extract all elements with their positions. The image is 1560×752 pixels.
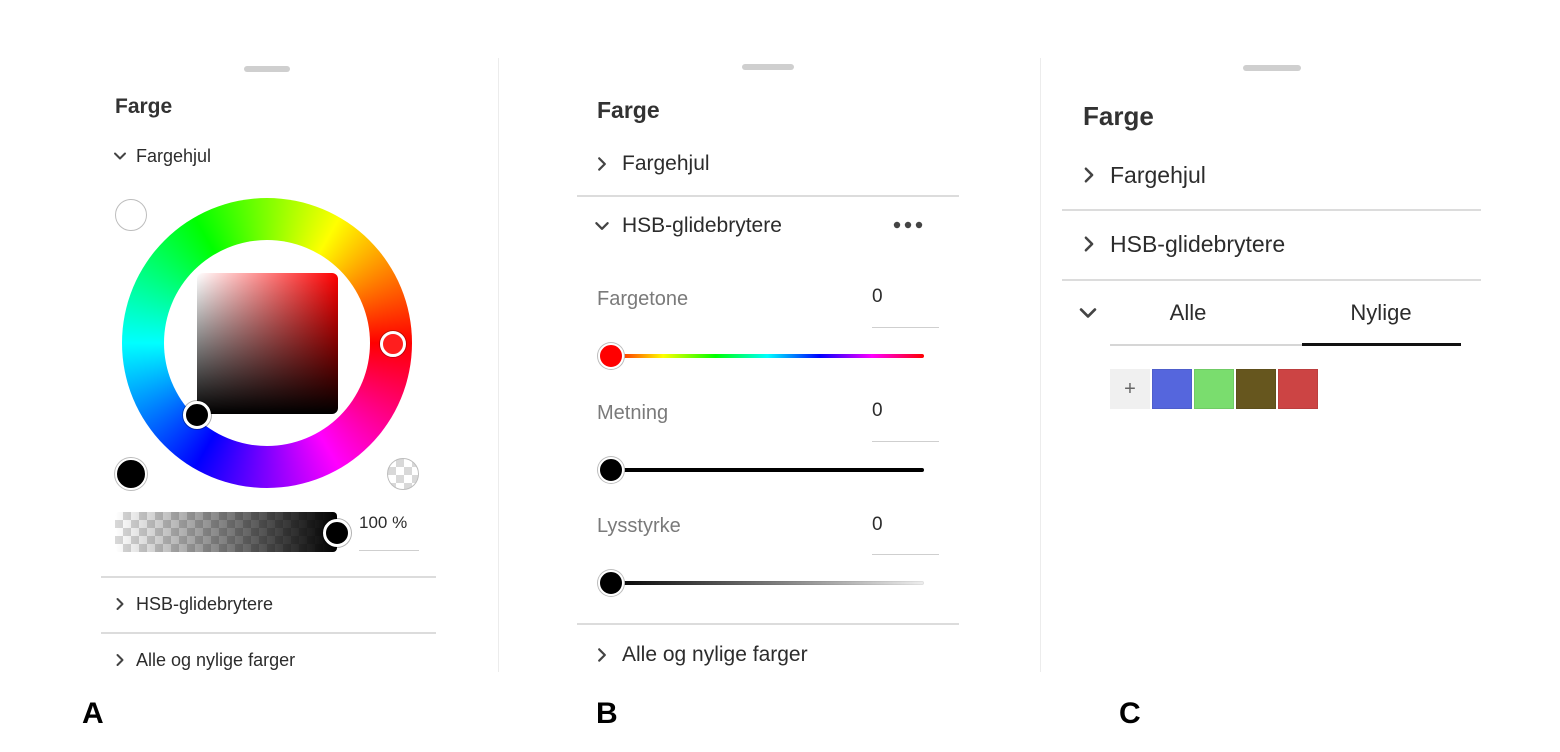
brightness-slider-knob[interactable]: [598, 570, 624, 596]
saturation-slider-knob[interactable]: [598, 457, 624, 483]
section-header-color-wheel[interactable]: Fargehjul: [593, 151, 710, 177]
brightness-value-field[interactable]: 0: [872, 514, 883, 536]
transparent-swatch[interactable]: [387, 458, 419, 490]
section-header-color-wheel[interactable]: Fargehjul: [112, 144, 211, 168]
brightness-label: Lysstyrke: [597, 515, 681, 537]
chevron-down-icon[interactable]: [1077, 302, 1099, 324]
add-swatch-button[interactable]: +: [1110, 369, 1150, 409]
color-swatch[interactable]: [1152, 369, 1192, 409]
section-label: Fargehjul: [622, 152, 710, 175]
saturation-slider-track[interactable]: [611, 468, 924, 472]
chevron-down-icon: [112, 148, 128, 164]
hue-slider-knob[interactable]: [598, 343, 624, 369]
section-header-hsb-sliders[interactable]: HSB-glidebrytere: [112, 592, 273, 616]
chevron-right-icon: [112, 596, 128, 612]
panel-divider: [498, 58, 499, 672]
hue-label: Fargetone: [597, 288, 689, 310]
brightness-slider-track[interactable]: [611, 581, 924, 585]
opacity-slider[interactable]: [115, 512, 337, 552]
foreground-color-swatch[interactable]: [115, 458, 147, 490]
color-wheel[interactable]: [122, 198, 412, 488]
tab-recent[interactable]: Nylige: [1302, 300, 1460, 326]
saturation-label: Metning: [597, 402, 669, 424]
chevron-right-icon: [593, 155, 611, 173]
saturation-brightness-handle[interactable]: [183, 401, 211, 429]
tab-all[interactable]: Alle: [1110, 300, 1266, 326]
panel-title: Farge: [597, 97, 660, 123]
section-header-color-wheel[interactable]: Fargehjul: [1079, 161, 1206, 189]
section-label: HSB-glidebrytere: [1110, 230, 1286, 257]
tab-selected-indicator: [1302, 343, 1461, 346]
panel-divider: [1040, 58, 1041, 672]
saturation-brightness-square[interactable]: [197, 273, 338, 414]
hue-slider-track[interactable]: [611, 354, 924, 358]
section-label: Alle og nylige farger: [136, 649, 296, 670]
color-swatch[interactable]: [1194, 369, 1234, 409]
section-header-all-recent-colors[interactable]: Alle og nylige farger: [593, 642, 808, 668]
section-label: HSB-glidebrytere: [136, 593, 274, 614]
saturation-value-field[interactable]: 0: [872, 400, 883, 422]
chevron-right-icon: [112, 652, 128, 668]
hue-handle[interactable]: [380, 331, 406, 357]
section-label: Fargehjul: [1110, 161, 1206, 188]
chevron-right-icon: [1079, 165, 1099, 185]
section-label: Alle og nylige farger: [622, 643, 808, 666]
section-header-hsb-sliders[interactable]: HSB-glidebrytere: [593, 213, 782, 239]
section-label: HSB-glidebrytere: [622, 214, 782, 237]
section-header-all-recent-colors[interactable]: Alle og nylige farger: [112, 648, 295, 672]
panel-letter: B: [596, 697, 618, 730]
chevron-down-icon: [593, 217, 611, 235]
chevron-right-icon: [593, 646, 611, 664]
hue-value-field[interactable]: 0: [872, 286, 883, 308]
color-swatch[interactable]: [1236, 369, 1276, 409]
color-swatch[interactable]: [1278, 369, 1318, 409]
drag-handle-grip[interactable]: [244, 66, 290, 72]
more-horizontal-icon[interactable]: [892, 217, 924, 233]
panel-letter: C: [1119, 697, 1141, 730]
drag-handle-grip[interactable]: [742, 64, 794, 70]
panel-letter: A: [82, 697, 104, 730]
opacity-handle[interactable]: [323, 519, 351, 547]
section-header-hsb-sliders[interactable]: HSB-glidebrytere: [1079, 230, 1285, 258]
section-label: Fargehjul: [136, 145, 212, 166]
drag-handle-grip[interactable]: [1243, 65, 1301, 71]
chevron-right-icon: [1079, 234, 1099, 254]
opacity-value[interactable]: 100 %: [359, 513, 407, 533]
panel-title: Farge: [1083, 101, 1154, 131]
panel-title: Farge: [115, 95, 173, 118]
